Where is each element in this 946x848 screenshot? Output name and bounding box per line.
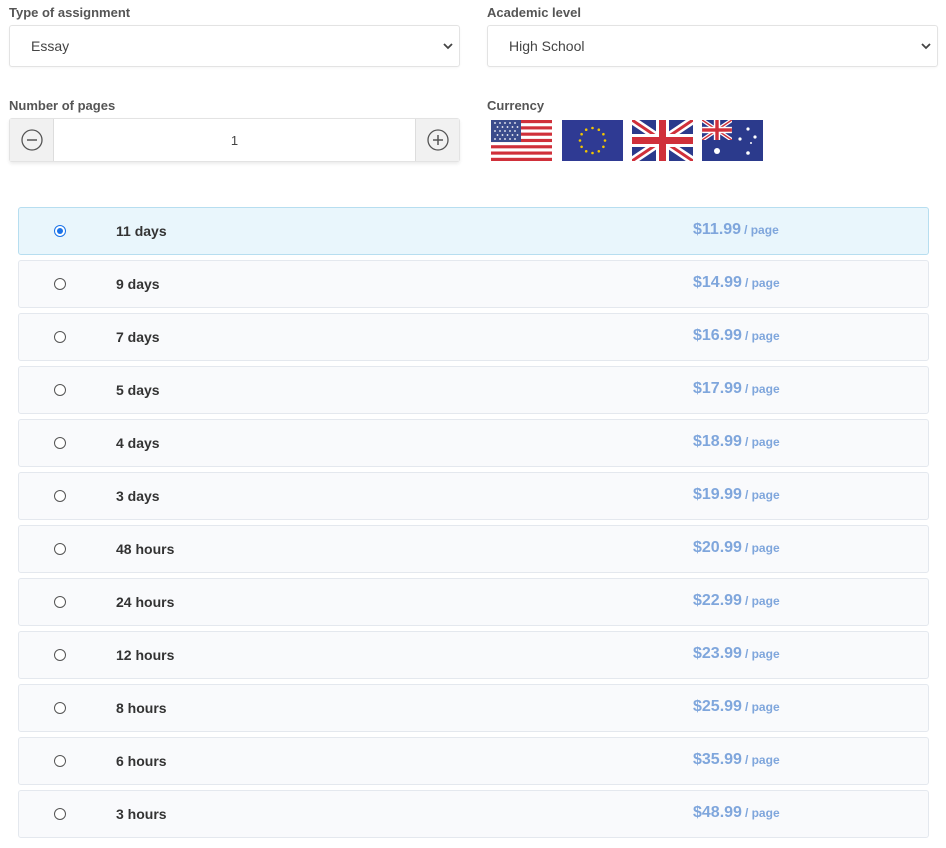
price-per-page: $11.99/ page <box>693 221 779 239</box>
deadline-label: 4 days <box>116 435 160 451</box>
deadline-radio[interactable] <box>54 490 66 502</box>
deadline-radio[interactable] <box>54 702 66 714</box>
deadline-row[interactable]: 4 days $18.99/ page <box>18 419 929 467</box>
deadline-row[interactable]: 7 days $16.99/ page <box>18 313 929 361</box>
deadline-radio[interactable] <box>54 755 66 767</box>
deadline-radio[interactable] <box>54 596 66 608</box>
deadline-row[interactable]: 48 hours $20.99/ page <box>18 525 929 573</box>
academic-level-select[interactable]: High School <box>487 25 938 67</box>
academic-level-label: Academic level <box>487 5 581 20</box>
pages-stepper: 1 <box>9 118 460 162</box>
deadline-label: 12 hours <box>116 647 175 663</box>
pages-label: Number of pages <box>9 98 116 113</box>
assignment-type-label: Type of assignment <box>9 5 131 20</box>
deadline-row[interactable]: 3 hours $48.99/ page <box>18 790 929 838</box>
price-amount: $19.99 <box>693 486 742 503</box>
price-unit: / page <box>744 223 779 237</box>
deadline-radio[interactable] <box>54 808 66 820</box>
assignment-type-select[interactable]: Essay <box>9 25 460 67</box>
price-per-page: $22.99/ page <box>693 592 780 610</box>
deadline-row[interactable]: 9 days $14.99/ page <box>18 260 929 308</box>
price-per-page: $14.99/ page <box>693 274 780 292</box>
price-unit: / page <box>744 382 780 396</box>
chevron-down-icon <box>443 43 453 50</box>
deadline-label: 7 days <box>116 329 160 345</box>
deadline-row[interactable]: 6 hours $35.99/ page <box>18 737 929 785</box>
au-flag-icon[interactable] <box>702 120 763 161</box>
deadline-label: 3 hours <box>116 806 167 822</box>
deadline-label: 3 days <box>116 488 160 504</box>
price-unit: / page <box>744 806 780 820</box>
price-amount: $16.99 <box>693 327 742 344</box>
price-unit: / page <box>744 753 780 767</box>
price-amount: $20.99 <box>693 539 742 556</box>
price-per-page: $48.99/ page <box>693 804 780 822</box>
deadline-radio[interactable] <box>54 649 66 661</box>
deadline-label: 9 days <box>116 276 160 292</box>
price-unit: / page <box>744 647 780 661</box>
deadline-label: 11 days <box>116 223 167 239</box>
deadline-radio[interactable] <box>54 278 66 290</box>
price-per-page: $17.99/ page <box>693 380 780 398</box>
deadline-row[interactable]: 24 hours $22.99/ page <box>18 578 929 626</box>
chevron-down-icon <box>921 43 931 50</box>
uk-flag-icon[interactable] <box>632 120 693 161</box>
price-amount: $17.99 <box>693 380 742 397</box>
academic-level-value: High School <box>509 38 585 54</box>
deadline-radio[interactable] <box>54 437 66 449</box>
price-unit: / page <box>744 594 780 608</box>
plus-circle-icon <box>426 129 449 151</box>
price-amount: $18.99 <box>693 433 742 450</box>
assignment-type-value: Essay <box>31 38 70 54</box>
price-per-page: $23.99/ page <box>693 645 780 663</box>
deadline-row[interactable]: 3 days $19.99/ page <box>18 472 929 520</box>
deadline-radio[interactable] <box>54 331 66 343</box>
deadline-label: 5 days <box>116 382 160 398</box>
price-per-page: $25.99/ page <box>693 698 780 716</box>
decrement-button[interactable] <box>10 119 54 161</box>
price-amount: $35.99 <box>693 751 742 768</box>
us-flag-icon[interactable] <box>491 120 552 161</box>
price-per-page: $19.99/ page <box>693 486 780 504</box>
price-unit: / page <box>744 435 780 449</box>
deadline-row[interactable]: 11 days $11.99/ page <box>18 207 929 255</box>
price-amount: $14.99 <box>693 274 742 291</box>
deadline-row[interactable]: 12 hours $23.99/ page <box>18 631 929 679</box>
price-unit: / page <box>744 276 780 290</box>
deadline-row[interactable]: 8 hours $25.99/ page <box>18 684 929 732</box>
deadline-label: 6 hours <box>116 753 167 769</box>
price-per-page: $35.99/ page <box>693 751 780 769</box>
price-per-page: $18.99/ page <box>693 433 780 451</box>
eu-flag-icon[interactable] <box>562 120 623 161</box>
pages-value[interactable]: 1 <box>54 119 415 161</box>
deadline-label: 24 hours <box>116 594 175 610</box>
price-amount: $48.99 <box>693 804 742 821</box>
price-amount: $23.99 <box>693 645 742 662</box>
price-amount: $25.99 <box>693 698 742 715</box>
price-unit: / page <box>744 541 780 555</box>
price-unit: / page <box>744 488 780 502</box>
deadline-radio[interactable] <box>54 384 66 396</box>
currency-label: Currency <box>487 98 545 113</box>
price-per-page: $20.99/ page <box>693 539 780 557</box>
increment-button[interactable] <box>415 119 459 161</box>
deadline-radio[interactable] <box>54 225 66 237</box>
price-unit: / page <box>744 329 780 343</box>
deadline-radio[interactable] <box>54 543 66 555</box>
price-per-page: $16.99/ page <box>693 327 780 345</box>
price-unit: / page <box>744 700 780 714</box>
deadline-label: 48 hours <box>116 541 175 557</box>
price-amount: $22.99 <box>693 592 742 609</box>
deadline-label: 8 hours <box>116 700 167 716</box>
price-amount: $11.99 <box>693 221 742 238</box>
minus-circle-icon <box>20 129 43 151</box>
deadline-row[interactable]: 5 days $17.99/ page <box>18 366 929 414</box>
